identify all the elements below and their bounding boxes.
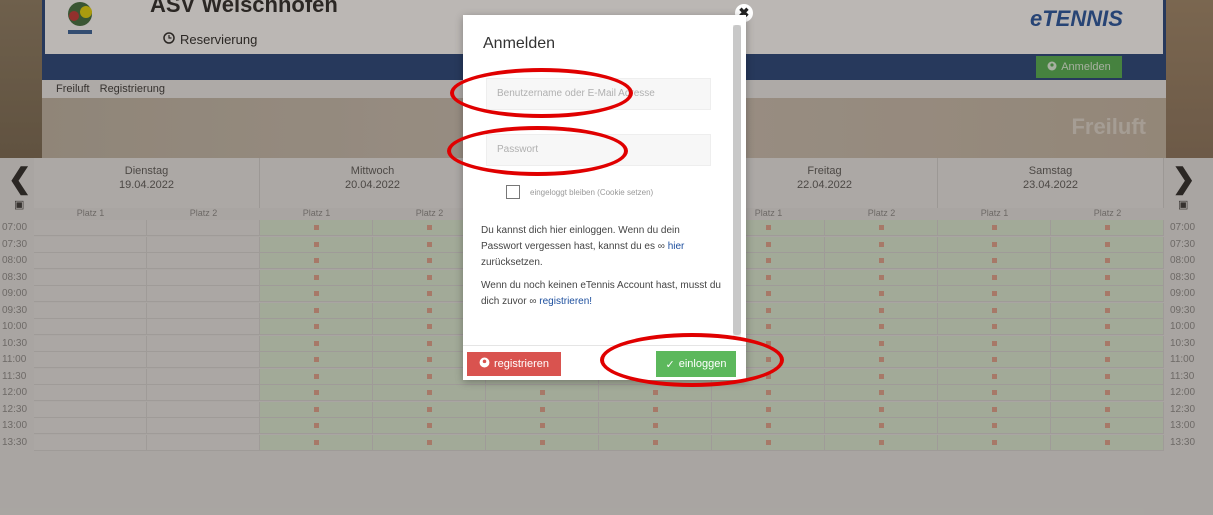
link-icon: ∞ [657,241,665,252]
register-link[interactable]: registrieren! [539,296,592,307]
highlight-ring-password [447,126,628,176]
register-button[interactable]: registrieren [467,352,561,376]
info-register: Wenn du noch keinen eTennis Account hast… [481,278,721,310]
reset-password-link[interactable]: hier [668,241,685,252]
highlight-ring-login [600,333,784,387]
user-circle-icon [479,357,490,371]
info-forgot-password: Du kannst dich hier einloggen. Wenn du d… [481,223,721,271]
modal-scrollbar[interactable] [733,25,741,340]
register-button-label: registrieren [493,358,550,370]
info2-text: Wenn du noch keinen eTennis Account hast… [481,280,721,307]
modal-title: Anmelden [483,35,556,52]
highlight-ring-username [450,68,633,118]
link-icon: ∞ [529,296,537,307]
info1-end: zurücksetzen. [481,257,543,268]
remember-me-checkbox[interactable] [506,185,520,199]
remember-me-label: eingeloggt bleiben (Cookie setzen) [530,188,654,197]
info1-text: Du kannst dich hier einloggen. Wenn du d… [481,225,680,252]
scrollbar-thumb[interactable] [733,25,741,335]
